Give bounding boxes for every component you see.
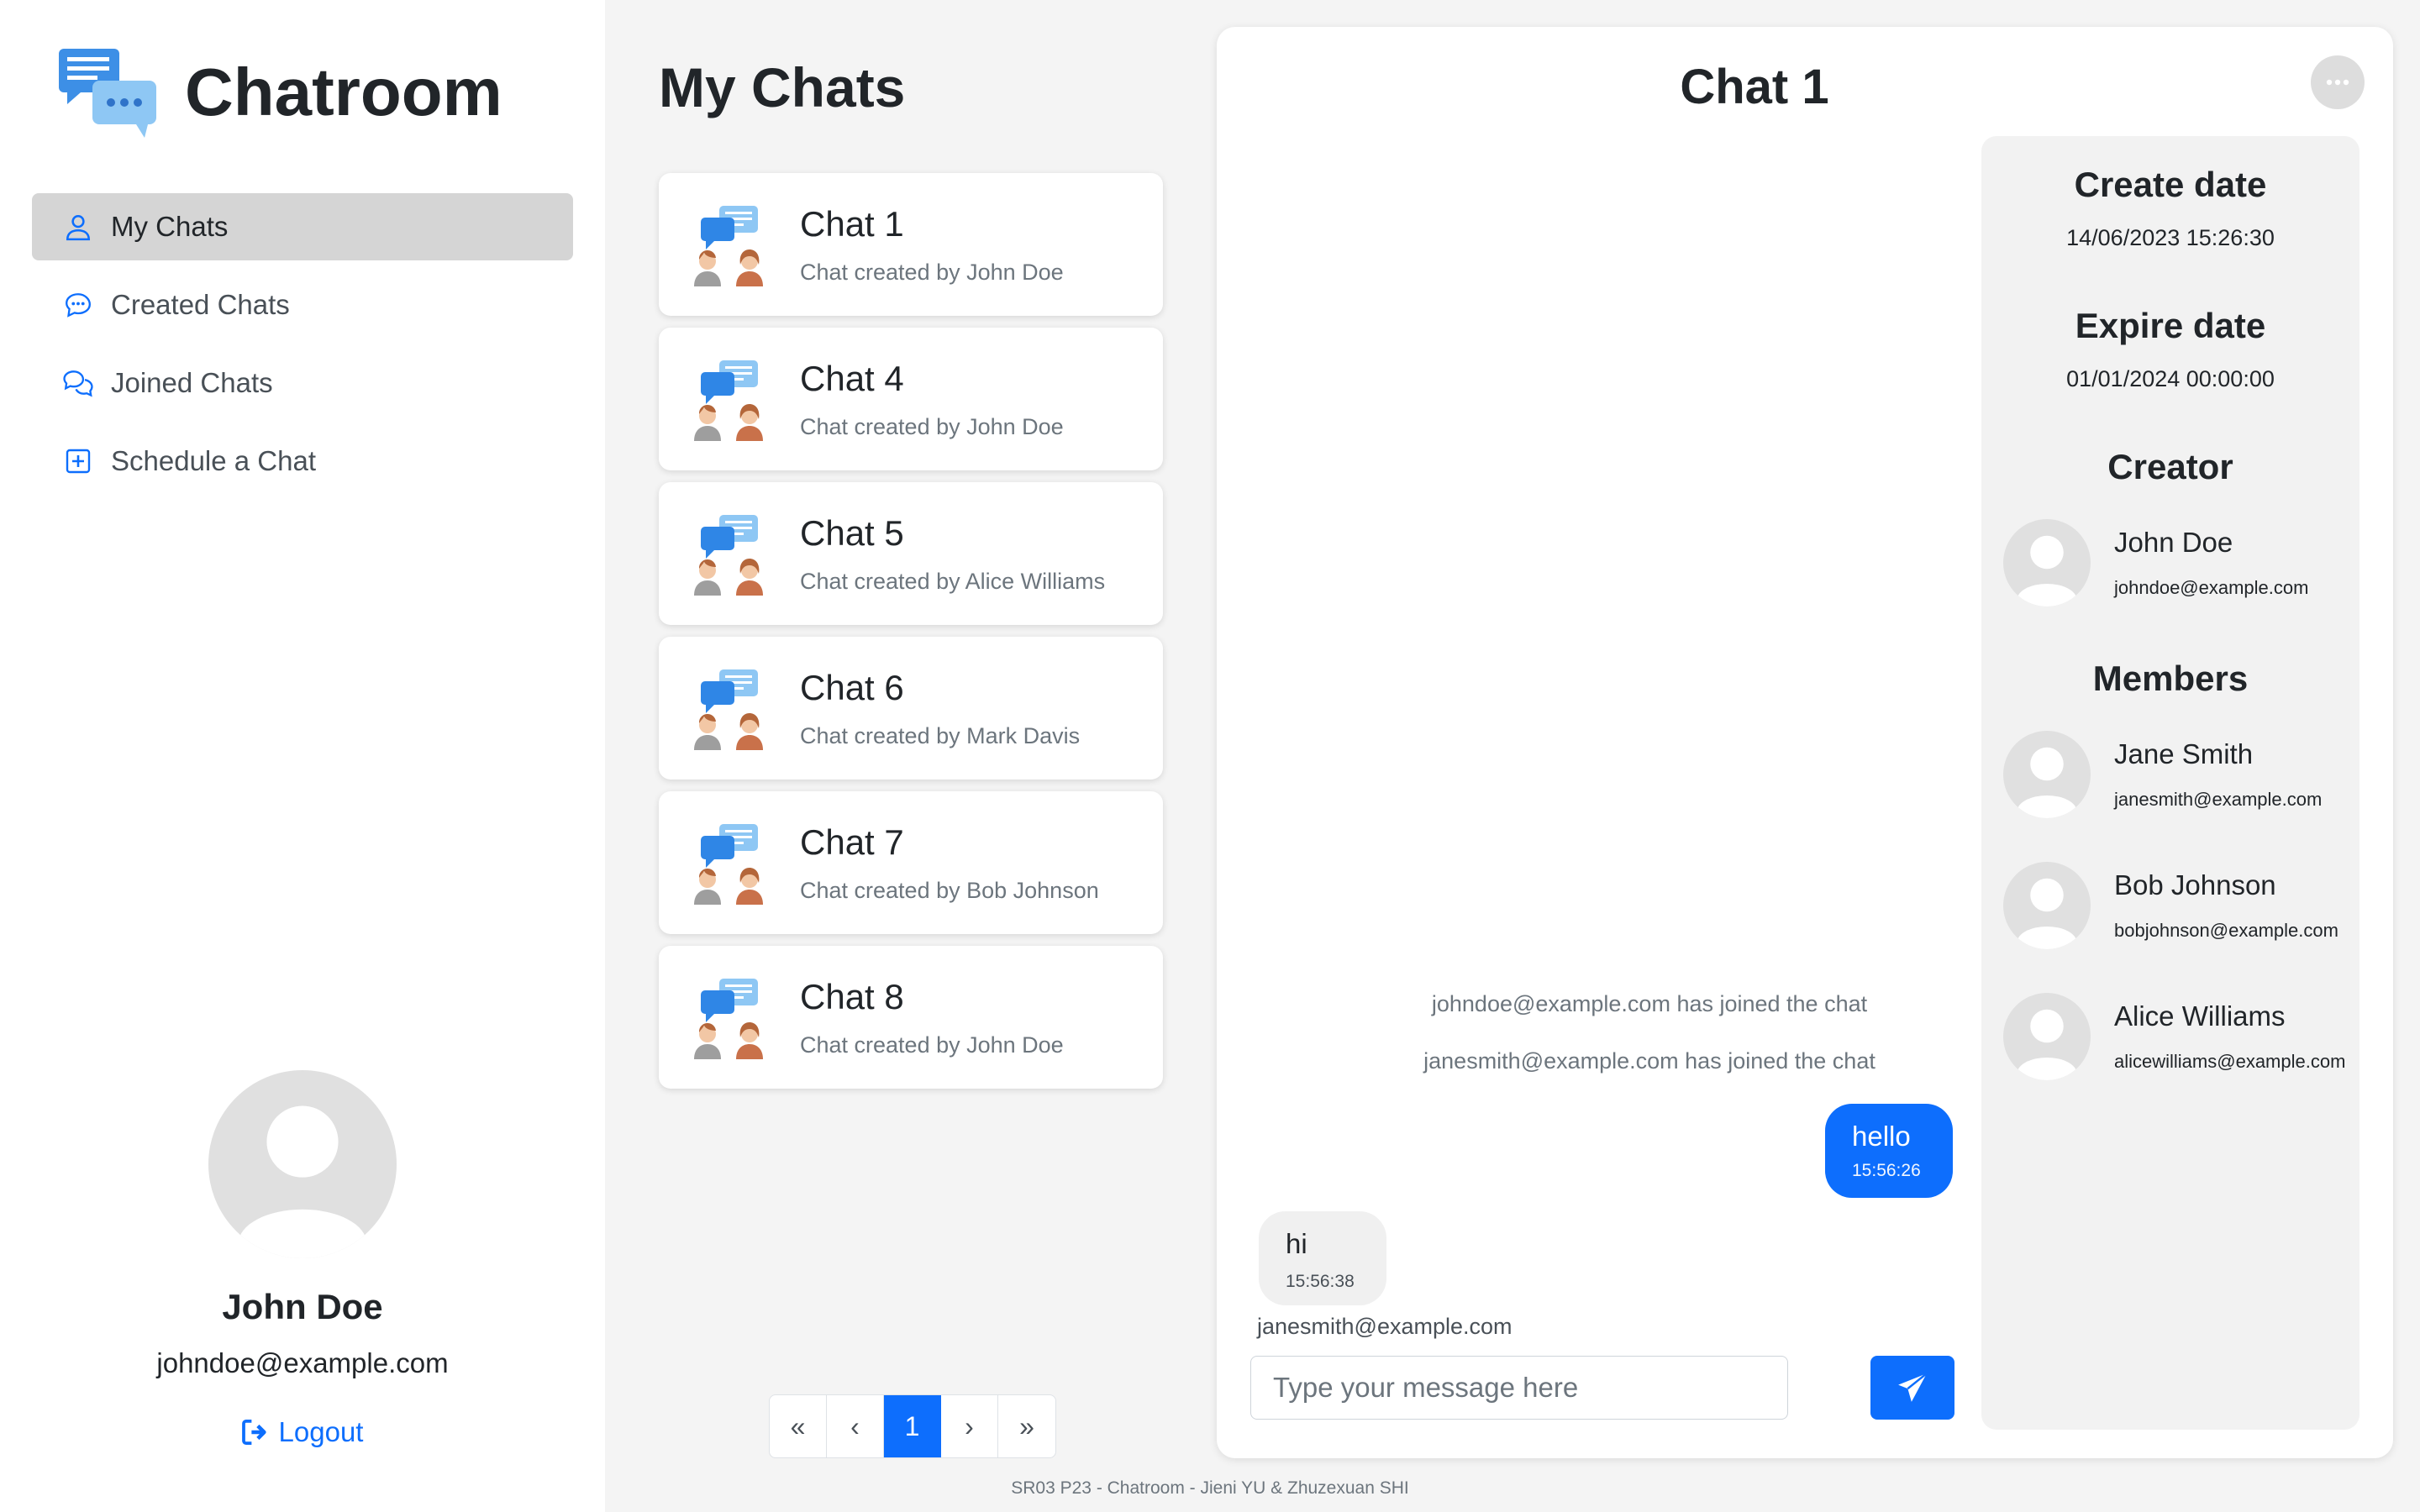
app-title: Chatroom [185, 55, 502, 129]
user-profile: John Doe johndoe@example.com Logout [0, 1070, 605, 1449]
sidebar-item-schedule-chat[interactable]: Schedule a Chat [32, 428, 573, 495]
more-icon [2326, 79, 2349, 86]
creator-item: John Doe johndoe@example.com [2003, 519, 2308, 606]
sidebar-item-label: My Chats [111, 211, 229, 242]
profile-email: johndoe@example.com [156, 1347, 449, 1378]
chat-dots-icon [62, 289, 94, 321]
chat-card[interactable]: Chat 7 Chat created by Bob Johnson [659, 791, 1163, 934]
more-options-button[interactable] [2311, 55, 2365, 109]
person-email: johndoe@example.com [2114, 577, 2309, 598]
page-title: My Chats [659, 56, 906, 118]
logout-icon [241, 1420, 266, 1445]
chat-subtitle: Chat created by John Doe [800, 259, 1064, 285]
group-chat-icon [689, 821, 770, 905]
group-chat-icon [689, 357, 770, 441]
sidebar-nav: My Chats Created Chats Joined Chats Sche… [32, 193, 573, 506]
brand[interactable]: Chatroom [55, 44, 502, 141]
chat-name: Chat 4 [800, 358, 904, 398]
create-date-value: 14/06/2023 15:26:30 [2066, 225, 2275, 250]
first-page-button[interactable]: « [770, 1395, 827, 1457]
group-chat-icon [689, 975, 770, 1059]
message-time: 15:56:38 [1286, 1272, 1355, 1291]
outgoing-message: hello 15:56:26 [1825, 1104, 1953, 1198]
message-text: hi [1286, 1228, 1307, 1259]
incoming-message: hi 15:56:38 [1259, 1211, 1386, 1305]
chat-panel: Chat 1 johndoe@example.com has joined th… [1217, 27, 2393, 1458]
person-email: janesmith@example.com [2114, 789, 2323, 810]
chat-info-panel: Create date 14/06/2023 15:26:30 Expire d… [1981, 136, 2360, 1430]
message-text: hello [1852, 1121, 1911, 1152]
page-1-button[interactable]: 1 [884, 1395, 941, 1457]
expire-date-value: 01/01/2024 00:00:00 [2066, 366, 2275, 391]
chat-card[interactable]: Chat 8 Chat created by John Doe [659, 946, 1163, 1089]
pagination: « ‹ 1 › » [769, 1394, 1056, 1458]
sidebar-item-label: Created Chats [111, 289, 290, 320]
chat-card[interactable]: Chat 6 Chat created by Mark Davis [659, 637, 1163, 780]
group-chat-icon [689, 512, 770, 596]
person-name: John Doe [2114, 527, 2233, 558]
expire-date-label: Expire date [2075, 306, 2266, 345]
chat-name: Chat 1 [800, 203, 904, 244]
sidebar-item-label: Joined Chats [111, 367, 273, 398]
person-email: alicewilliams@example.com [2114, 1051, 2346, 1072]
message-time: 15:56:26 [1852, 1161, 1921, 1180]
send-button[interactable] [1870, 1356, 1954, 1420]
person-email: bobjohnson@example.com [2114, 920, 2338, 941]
next-page-button[interactable]: › [941, 1395, 998, 1457]
chat-name: Chat 7 [800, 822, 904, 862]
member-item: Jane Smith janesmith@example.com [2003, 731, 2322, 818]
logout-button[interactable]: Logout [241, 1416, 364, 1448]
chat-name: Chat 8 [800, 976, 904, 1016]
member-item: Bob Johnson bobjohnson@example.com [2003, 862, 2338, 949]
create-date-label: Create date [2074, 165, 2267, 204]
sidebar-item-label: Schedule a Chat [111, 445, 317, 476]
chats-icon [62, 367, 94, 399]
members-label: Members [2092, 659, 2249, 698]
footer: SR03 P23 - Chatroom - Jieni YU & Zhuzexu… [1011, 1478, 1409, 1498]
sidebar-item-my-chats[interactable]: My Chats [32, 193, 573, 260]
chat-card[interactable]: Chat 1 Chat created by John Doe [659, 173, 1163, 316]
prev-page-button[interactable]: ‹ [827, 1395, 884, 1457]
chat-name: Chat 6 [800, 667, 904, 707]
avatar [208, 1070, 397, 1258]
message-input[interactable] [1250, 1356, 1788, 1420]
group-chat-icon [689, 202, 770, 286]
chat-card[interactable]: Chat 5 Chat created by Alice Williams [659, 482, 1163, 625]
sidebar-item-joined-chats[interactable]: Joined Chats [32, 349, 573, 417]
avatar [2003, 731, 2091, 818]
chat-list: Chat 1 Chat created by John Doe Chat 4 Cha… [659, 173, 1163, 1100]
send-icon [1898, 1373, 1928, 1402]
chat-subtitle: Chat created by John Doe [800, 413, 1064, 439]
member-item: Alice Williams alicewilliams@example.com [2003, 993, 2345, 1080]
chat-subtitle: Chat created by Bob Johnson [800, 877, 1099, 903]
message-sender: janesmith@example.com [1257, 1314, 1512, 1339]
system-message: janesmith@example.com has joined the cha… [1423, 1048, 1876, 1074]
chatroom-logo-icon [59, 49, 156, 138]
plus-square-icon [62, 445, 94, 477]
chat-subtitle: Chat created by John Doe [800, 1032, 1064, 1058]
sidebar: Chatroom My Chats Created Chats Joined C… [0, 0, 605, 1512]
chat-card[interactable]: Chat 4 Chat created by John Doe [659, 328, 1163, 470]
sidebar-item-created-chats[interactable]: Created Chats [32, 271, 573, 339]
group-chat-icon [689, 666, 770, 750]
user-icon [62, 211, 94, 243]
last-page-button[interactable]: » [998, 1395, 1055, 1457]
avatar [2003, 519, 2091, 606]
person-name: Bob Johnson [2114, 869, 2276, 900]
avatar [2003, 993, 2091, 1080]
chat-subtitle: Chat created by Alice Williams [800, 568, 1106, 594]
profile-name: John Doe [222, 1287, 383, 1326]
chat-title: Chat 1 [1680, 60, 1829, 114]
avatar [2003, 862, 2091, 949]
person-name: Alice Williams [2114, 1000, 2286, 1032]
chat-name: Chat 5 [800, 512, 904, 553]
system-message: johndoe@example.com has joined the chat [1431, 991, 1868, 1016]
chat-subtitle: Chat created by Mark Davis [800, 722, 1081, 748]
person-name: Jane Smith [2114, 738, 2254, 769]
logout-label: Logout [278, 1416, 364, 1447]
creator-label: Creator [2107, 447, 2233, 486]
